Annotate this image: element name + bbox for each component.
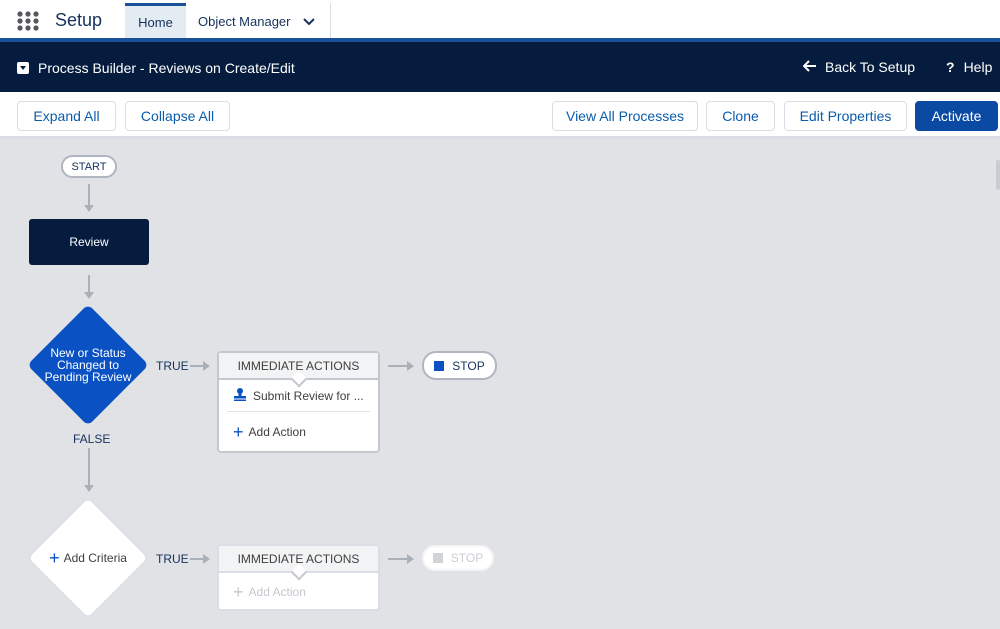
add-action-button[interactable]: + Add Action xyxy=(219,412,378,452)
plus-icon: + xyxy=(233,581,244,602)
tab-object-manager[interactable]: Object Manager xyxy=(186,3,331,39)
page-title: Process Builder - Reviews on Create/Edit xyxy=(38,60,295,76)
stop-icon xyxy=(434,360,445,371)
true-label: TRUE xyxy=(156,552,189,566)
collapse-all-button[interactable]: Collapse All xyxy=(125,101,230,131)
edit-properties-button[interactable]: Edit Properties xyxy=(784,101,907,131)
true-label: TRUE xyxy=(156,359,189,373)
connector-arrow xyxy=(84,448,94,492)
actions-header: IMMEDIATE ACTIONS xyxy=(219,546,378,573)
tab-label: Object Manager xyxy=(198,13,291,29)
arrow-left-icon xyxy=(802,59,817,75)
chevron-down-icon[interactable] xyxy=(302,14,315,29)
add-criteria-label: Add Criteria xyxy=(63,551,127,565)
connector-arrow xyxy=(388,361,414,371)
back-to-setup-link[interactable]: Back To Setup xyxy=(802,59,916,75)
false-label: FALSE xyxy=(73,432,111,446)
immediate-actions-box: IMMEDIATE ACTIONS + Add Action xyxy=(217,544,380,611)
connector-arrow xyxy=(84,275,94,299)
activate-button[interactable]: Activate xyxy=(915,101,998,131)
stop-node-disabled: STOP xyxy=(422,545,494,571)
connector-arrow xyxy=(190,361,210,371)
immediate-actions-box: IMMEDIATE ACTIONS Submit Review for ... … xyxy=(217,351,380,453)
criteria-label: New or Status Changed to Pending Review xyxy=(44,346,132,384)
clone-button[interactable]: Clone xyxy=(706,101,775,131)
stop-label: STOP xyxy=(452,358,485,373)
approval-stamp-icon xyxy=(233,387,247,404)
add-action-label: Add Action xyxy=(248,425,306,439)
action-label: Submit Review for ... xyxy=(253,388,364,403)
help-label: Help xyxy=(963,59,993,75)
connector-arrow xyxy=(388,554,414,564)
start-node: START xyxy=(61,155,117,178)
add-action-label: Add Action xyxy=(248,585,306,599)
app-launcher-icon[interactable] xyxy=(17,11,39,31)
connector-arrow xyxy=(190,554,210,564)
add-criteria-button[interactable]: + Add Criteria xyxy=(38,548,138,568)
scrollbar[interactable] xyxy=(996,160,1000,190)
connector-arrow xyxy=(84,184,94,212)
help-icon: ? xyxy=(946,59,955,75)
object-node[interactable]: Review xyxy=(29,219,149,265)
stop-icon xyxy=(432,553,443,563)
help-link[interactable]: ? Help xyxy=(946,59,992,75)
stop-label: STOP xyxy=(450,551,484,565)
view-all-processes-button[interactable]: View All Processes xyxy=(552,101,698,131)
expand-all-button[interactable]: Expand All xyxy=(17,101,116,131)
back-label: Back To Setup xyxy=(825,59,916,75)
process-builder-icon xyxy=(17,62,29,74)
actions-header: IMMEDIATE ACTIONS xyxy=(219,353,378,380)
plus-icon: + xyxy=(49,548,60,568)
app-title: Setup xyxy=(55,10,103,30)
plus-icon: + xyxy=(233,421,244,442)
stop-node: STOP xyxy=(422,351,497,380)
tab-home[interactable]: Home xyxy=(125,3,186,39)
